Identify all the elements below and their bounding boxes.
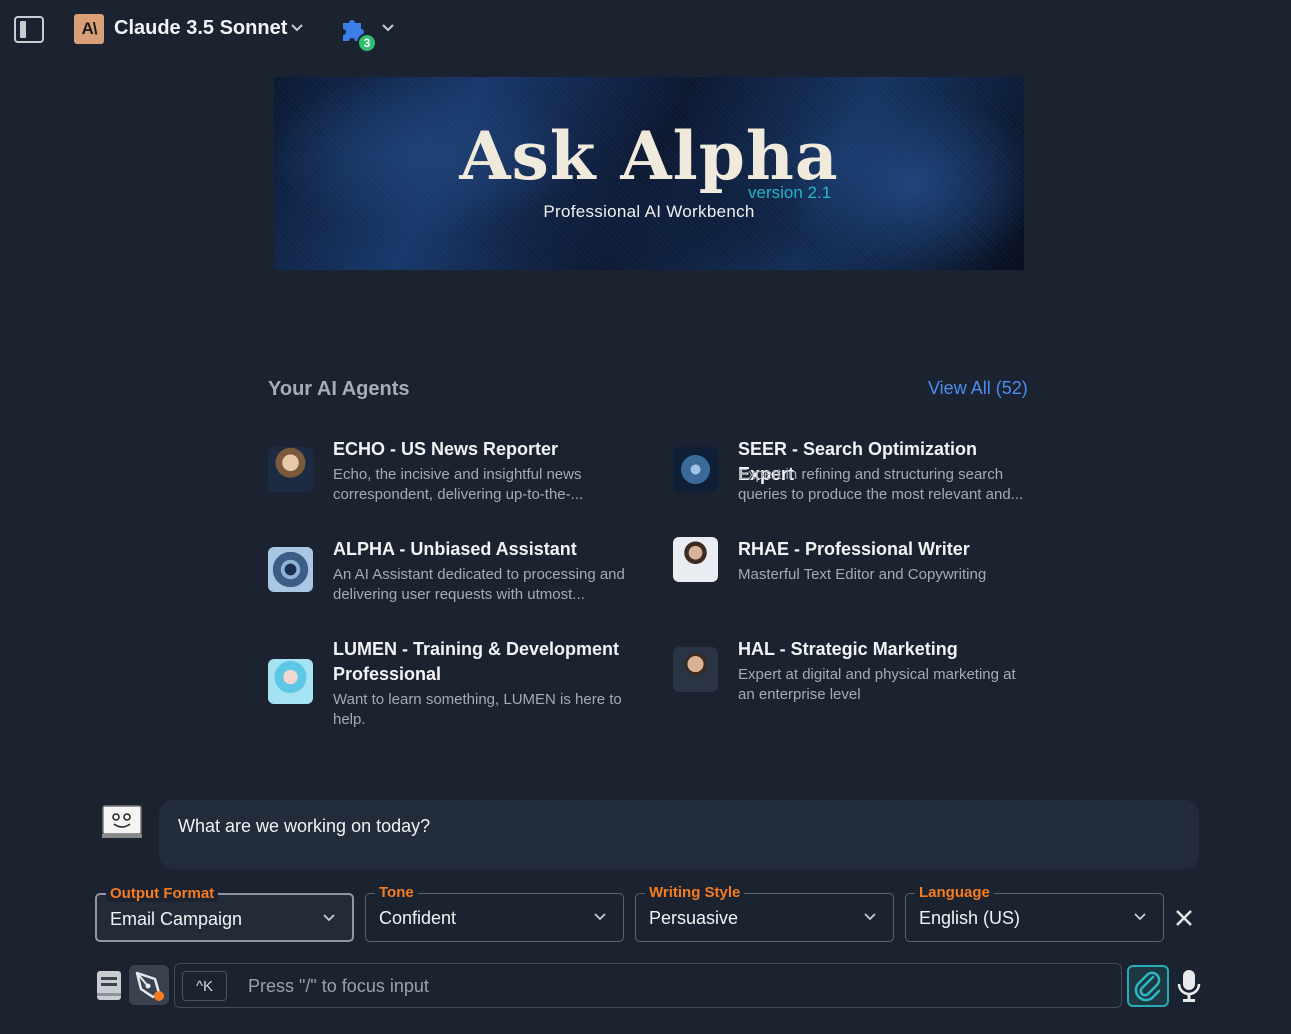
microphone-icon[interactable] [1176,969,1202,1003]
chevron-down-icon [323,914,335,922]
attach-button[interactable] [1127,965,1169,1007]
model-logo[interactable]: A\ [74,14,104,44]
agent-card-hal[interactable]: HAL - Strategic Marketing Expert at digi… [673,637,1033,707]
writing-style-label: Writing Style [645,884,745,901]
tone-select[interactable]: Tone Confident [365,884,624,942]
assistant-message-bubble: What are we working on today? [159,800,1199,869]
model-selector-label[interactable]: Claude 3.5 Sonnet [114,17,287,40]
language-select[interactable]: Language English (US) [905,884,1164,942]
agent-description: Expert in refining and structuring searc… [738,466,1024,503]
banner-title: Ask Alpha [459,117,839,195]
agent-avatar [268,659,313,704]
tone-value: Confident [379,908,457,928]
agent-card-seer[interactable]: SEER - Search Optimization Expert Expert… [673,437,1033,507]
banner-subtitle: Professional AI Workbench [543,202,755,221]
language-label: Language [915,884,994,901]
agent-avatar [268,447,313,492]
agent-name: HAL - Strategic Marketing [738,639,958,659]
status-dot [154,991,164,1001]
banner-version: version 2.1 [748,183,832,202]
agent-name: ECHO - US News Reporter [333,439,559,459]
shortcut-key-badge[interactable]: ^K [182,971,227,1001]
agent-description: Echo, the incisive and insightful news c… [333,466,584,503]
agent-card-echo[interactable]: ECHO - US News Reporter Echo, the incisi… [268,437,628,507]
agent-card-lumen[interactable]: LUMEN - Training & Development Professio… [268,637,628,732]
agent-name: ALPHA - Unbiased Assistant [333,539,577,559]
agents-heading: Your AI Agents [268,378,410,400]
agent-description: Masterful Text Editor and Copywriting [738,566,987,583]
agent-card-rhae[interactable]: RHAE - Professional Writer Masterful Tex… [673,537,1033,607]
close-icon[interactable] [1174,908,1194,928]
chevron-down-icon[interactable] [290,21,304,35]
writing-style-value: Persuasive [649,908,739,928]
output-format-value: Email Campaign [110,909,243,929]
plugin-count-badge: 3 [357,33,377,53]
chevron-down-icon [864,913,876,921]
writing-style-select[interactable]: Writing Style Persuasive [635,884,894,942]
book-icon[interactable] [95,969,123,1002]
chevron-down-icon [594,913,606,921]
output-format-select[interactable]: Output Format Email Campaign [95,885,354,942]
agent-description: An AI Assistant dedicated to processing … [333,566,625,603]
chevron-down-icon[interactable] [381,21,395,35]
top-bar: A\ Claude 3.5 Sonnet 3 [0,0,1291,60]
agent-avatar [268,547,313,592]
assistant-avatar-icon [102,805,142,838]
sidebar-toggle-icon[interactable] [14,16,44,43]
agent-avatar [673,447,718,492]
assistant-message-text: What are we working on today? [178,816,431,836]
hero-banner: Ask Alpha version 2.1 Professional AI Wo… [274,77,1024,270]
agent-avatar [673,647,718,692]
agent-name: RHAE - Professional Writer [738,539,970,559]
agent-card-alpha[interactable]: ALPHA - Unbiased Assistant An AI Assista… [268,537,628,607]
language-value: English (US) [919,908,1021,928]
chevron-down-icon [1134,913,1146,921]
agent-description: Want to learn something, LUMEN is here t… [333,691,622,728]
view-all-link[interactable]: View All (52) [928,378,1028,399]
agent-name: LUMEN - Training & Development Professio… [333,639,620,684]
tone-label: Tone [375,884,418,901]
paperclip-icon [1134,971,1161,1002]
output-format-label: Output Format [106,885,219,902]
agent-description: Expert at digital and physical marketing… [738,666,1016,703]
agent-avatar [673,537,718,582]
input-placeholder: Press "/" to focus input [248,976,429,996]
message-input[interactable]: ^K Press "/" to focus input [174,963,1122,1008]
